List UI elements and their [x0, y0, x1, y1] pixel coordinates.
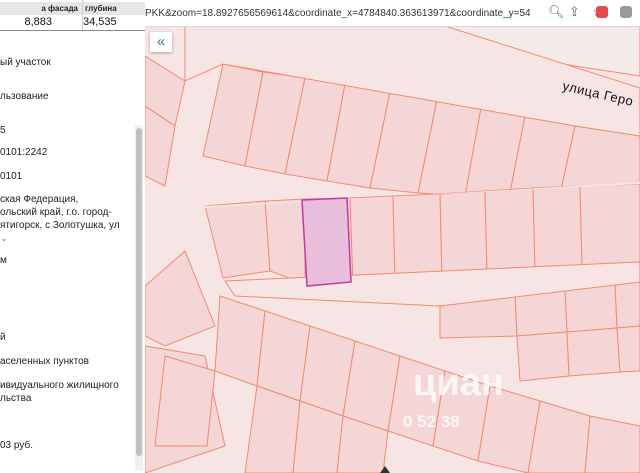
- info-cadastral-quarter[interactable]: 0101: [0, 170, 22, 183]
- info-panel: а фасада 8,883 глубина 34,535 ый участок…: [0, 0, 145, 473]
- facade-label: а фасада: [0, 2, 82, 15]
- collapse-panel-button[interactable]: «: [150, 32, 172, 52]
- address-bar[interactable]: PKK&zoom=18.8927656569614&coordinate_x=4…: [145, 0, 640, 27]
- dimensions-header: а фасада 8,883 глубина 34,535: [0, 0, 145, 30]
- extension-gray-icon[interactable]: [620, 6, 632, 18]
- info-usage: льзование: [0, 91, 49, 102]
- depth-value: 34,535: [83, 16, 117, 28]
- depth-label: глубина: [83, 2, 145, 15]
- info-address: ская Федерация, ольский край, г.о. город…: [0, 194, 120, 231]
- extension-red-icon[interactable]: [596, 6, 608, 18]
- facade-value: 8,883: [24, 16, 52, 28]
- depth-column: глубина 34,535: [83, 0, 145, 30]
- header-divider: [0, 30, 145, 31]
- scrollbar-thumb[interactable]: [136, 128, 142, 456]
- info-category-prefix: й: [0, 332, 6, 343]
- watermark-logo: циан: [413, 362, 504, 404]
- info-type: ый участок: [0, 57, 51, 68]
- info-quarter: 5: [0, 125, 6, 136]
- browser-map-area: PKK&zoom=18.8927656569614&coordinate_x=4…: [145, 0, 640, 473]
- info-cadastral-number[interactable]: 0101:2242: [0, 146, 47, 159]
- url-text[interactable]: PKK&zoom=18.8927656569614&coordinate_x=4…: [145, 8, 530, 19]
- facade-column: а фасада 8,883: [0, 0, 83, 30]
- share-icon[interactable]: ⇪: [569, 4, 580, 20]
- info-permitted-use: ивидуального жилищного льства: [0, 380, 119, 404]
- cursor-pointer-icon: [380, 466, 390, 473]
- info-area: м: [0, 255, 7, 266]
- watermark-phone: 0 52 38: [403, 412, 460, 431]
- info-category: аселенных пунктов: [0, 356, 89, 367]
- expand-address-icon[interactable]: ⌄: [0, 233, 8, 244]
- zoom-icon[interactable]: 🔍︎: [548, 4, 565, 20]
- info-cadastral-value: 03 руб.: [0, 440, 33, 451]
